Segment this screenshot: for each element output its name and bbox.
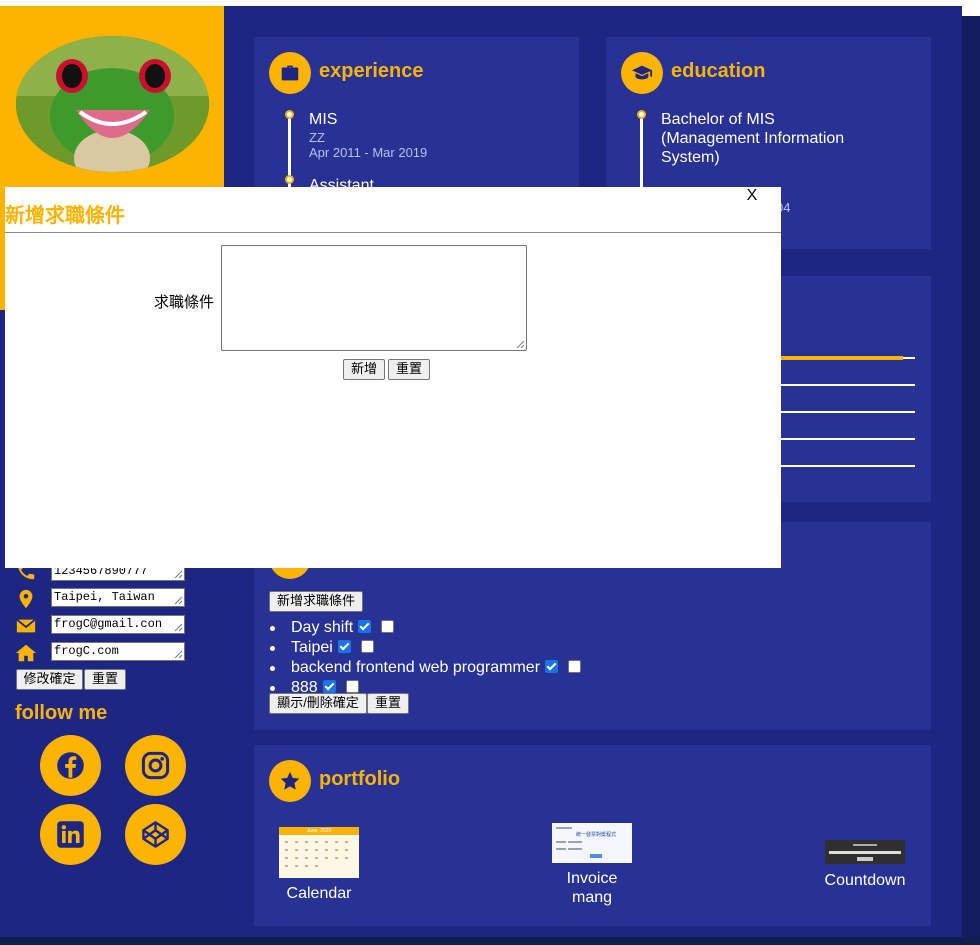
codepen-button[interactable]	[125, 804, 186, 865]
job-preference-field-label: 求職條件	[154, 294, 215, 311]
portfolio-label[interactable]: Countdown	[815, 871, 915, 890]
skill-bar	[781, 438, 915, 440]
briefcase-icon	[281, 65, 299, 81]
display-checkbox[interactable]	[358, 620, 372, 633]
job-preference-label: Day shift	[291, 619, 354, 636]
timeline-dot	[285, 110, 294, 119]
skill-bar	[781, 411, 915, 413]
list-item: Day shift	[270, 618, 581, 638]
modal-divider	[5, 232, 781, 233]
job-preference-label: backend frontend web programmer	[291, 659, 541, 676]
experience-date: Apr 2011 - Mar 2019	[309, 145, 428, 160]
job-preferences-reset-button[interactable]: 重置	[367, 693, 409, 714]
list-item: Taipei	[270, 638, 581, 658]
portfolio-label[interactable]: Invoice mang	[542, 869, 642, 907]
portfolio-card: portfolio June, 2020 Calendar 統一發票對獎程式 I…	[254, 745, 931, 926]
graduation-cap-icon	[631, 65, 653, 80]
calendar-thumbnail[interactable]: June, 2020	[279, 827, 359, 878]
website-value: frogC.com	[54, 644, 119, 658]
display-checkbox[interactable]	[545, 660, 559, 673]
resize-grip-icon[interactable]	[516, 340, 525, 349]
job-preferences-confirm-button[interactable]: 顯示/刪除確定	[269, 693, 367, 714]
modal-reset-button[interactable]: 重置	[388, 359, 430, 380]
delete-checkbox[interactable]	[381, 620, 395, 633]
modal-title: 新增求職條件	[5, 203, 125, 227]
location-field[interactable]: Taipei, Taiwan	[51, 588, 185, 607]
education-title: education	[671, 60, 766, 82]
location-value: Taipei, Taiwan	[54, 590, 155, 604]
delete-checkbox[interactable]	[568, 660, 582, 673]
avatar	[16, 36, 209, 172]
home-icon	[15, 644, 37, 662]
thumb-heading: June, 2020	[279, 827, 359, 835]
contact-reset-button[interactable]: 重置	[84, 669, 126, 690]
job-preferences-list: Day shift Taipei backend frontend web pr…	[270, 618, 582, 698]
experience-title: experience	[319, 60, 424, 82]
timeline-dot	[637, 110, 646, 119]
linkedin-button[interactable]	[40, 804, 101, 865]
modal-add-button[interactable]: 新增	[343, 359, 385, 380]
list-item: backend frontend web programmer	[270, 658, 582, 678]
email-value: frogC@gmail.con	[54, 617, 163, 631]
follow-title: follow me	[15, 702, 108, 724]
facebook-icon	[57, 752, 84, 779]
portfolio-title: portfolio	[319, 768, 401, 790]
thumb-heading: 統一發票對獎程式	[576, 832, 617, 838]
invoice-thumbnail[interactable]: 統一發票對獎程式	[552, 823, 632, 863]
contact-confirm-button[interactable]: 修改確定	[16, 669, 83, 690]
page-shadow-right	[962, 16, 980, 945]
email-field[interactable]: frogC@gmail.con	[51, 615, 185, 634]
display-checkbox[interactable]	[337, 640, 351, 653]
add-job-preference-modal: X 新增求職條件 求職條件 新增 重置	[5, 187, 781, 568]
page-shadow-bottom	[0, 937, 980, 945]
instagram-button[interactable]	[125, 735, 186, 796]
education-icon-badge	[621, 52, 663, 94]
add-job-preference-button[interactable]: 新增求職條件	[269, 591, 363, 612]
skill-bar	[781, 465, 915, 467]
portfolio-label[interactable]: Calendar	[269, 884, 369, 903]
job-preference-label: Taipei	[291, 639, 333, 656]
skill-bar-fill	[781, 356, 903, 360]
website-field[interactable]: frogC.com	[51, 642, 185, 661]
experience-company: ZZ	[309, 130, 325, 145]
linkedin-icon	[57, 821, 84, 848]
delete-checkbox[interactable]	[345, 680, 359, 693]
modal-close-button[interactable]: X	[744, 187, 760, 205]
countdown-thumbnail[interactable]	[825, 840, 905, 864]
job-preference-textarea[interactable]	[221, 245, 527, 351]
location-icon	[19, 589, 33, 609]
education-degree: Bachelor of MIS (Management Information …	[661, 111, 845, 166]
envelope-icon	[16, 618, 36, 633]
countdown-image	[829, 844, 901, 861]
star-icon	[280, 771, 300, 790]
delete-checkbox[interactable]	[360, 640, 374, 653]
invoice-form-image	[556, 827, 602, 858]
portfolio-icon-badge	[269, 760, 311, 802]
calendar-grid-image	[285, 841, 348, 867]
frog-image	[16, 36, 209, 172]
codepen-icon	[142, 821, 169, 848]
facebook-button[interactable]	[40, 735, 101, 796]
experience-icon-badge	[269, 52, 311, 94]
instagram-icon	[141, 751, 170, 780]
display-checkbox[interactable]	[322, 680, 336, 693]
experience-job-title: MIS	[309, 111, 338, 128]
skill-bar	[781, 384, 915, 386]
timeline-dot	[285, 175, 294, 184]
